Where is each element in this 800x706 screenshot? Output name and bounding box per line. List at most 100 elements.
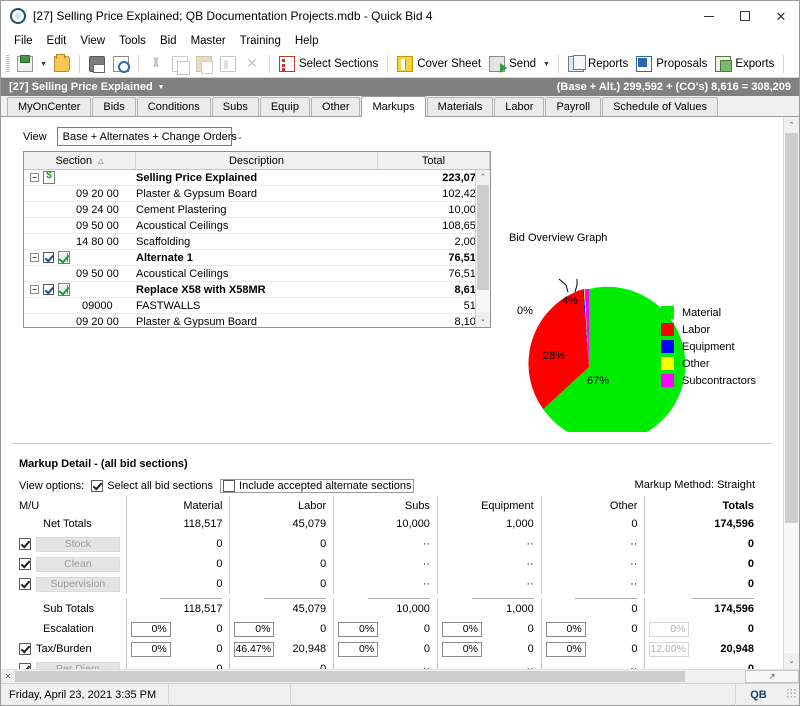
toolbar-grip[interactable] — [6, 55, 9, 73]
row-label-cell: Supervision — [15, 576, 126, 592]
tax-other-percent-input[interactable]: 0% — [545, 641, 586, 657]
reports-button[interactable]: Reports — [564, 53, 632, 75]
tax-material-percent-input[interactable]: 0% — [130, 641, 171, 657]
tax-burden-checkbox[interactable] — [19, 643, 31, 655]
view-select[interactable]: Base + Alternates + Change Orders ⌄ — [56, 127, 243, 146]
column-header-section[interactable]: Section △ — [24, 152, 136, 169]
tree-scroll-thumb[interactable] — [477, 185, 489, 290]
new-bid-button[interactable] — [13, 53, 37, 75]
tree-vertical-scrollbar[interactable]: ⌃ ⌄ — [475, 170, 490, 327]
table-row[interactable]: 09 50 00 Acoustical Ceilings 76,517 — [24, 266, 490, 282]
per-diem-checkbox[interactable] — [19, 663, 31, 669]
table-row[interactable]: 09 20 00 Plaster & Gypsum Board 8,100 — [24, 314, 490, 328]
tab-markups[interactable]: Markups — [361, 96, 426, 117]
tree-scroll-track[interactable] — [476, 185, 490, 312]
send-button[interactable]: Send — [485, 53, 540, 75]
clean-checkbox[interactable] — [19, 558, 31, 570]
close-button[interactable]: ✕ — [763, 1, 799, 31]
tab-labor[interactable]: Labor — [494, 97, 545, 116]
exports-button[interactable]: Exports — [711, 53, 778, 75]
stock-checkbox[interactable] — [19, 538, 31, 550]
open-bid-button[interactable] — [50, 53, 74, 75]
tab-myoncenter[interactable]: MyOnCenter — [7, 97, 92, 116]
table-row[interactable]: − Replace X58 with X58MR 8,616 — [24, 282, 490, 298]
window-resize-grip[interactable] — [781, 688, 799, 701]
row-checkbox[interactable] — [43, 252, 54, 263]
horizontal-scroll-strip[interactable]: ✕ ↗ — [1, 669, 799, 683]
tab-schedule-of-values[interactable]: Schedule of Values — [602, 97, 719, 116]
toolbar-separator-6 — [783, 55, 785, 73]
stock-button[interactable]: Stock — [36, 536, 120, 552]
column-header-total[interactable]: Total — [378, 152, 490, 169]
scroll-down-icon[interactable]: ⌄ — [784, 653, 799, 669]
escalation-material-percent-input[interactable]: 0% — [130, 621, 171, 637]
print-button[interactable] — [85, 53, 109, 75]
minimize-button[interactable] — [691, 1, 727, 31]
escalation-equipment-percent-input[interactable]: 0% — [441, 621, 482, 637]
page-scroll-thumb[interactable] — [785, 133, 798, 523]
tax-labor-percent-input[interactable]: 46.47% — [234, 641, 275, 657]
scroll-up-icon[interactable]: ⌃ — [784, 117, 799, 133]
table-row[interactable]: 09 20 00 Plaster & Gypsum Board 102,422 — [24, 186, 490, 202]
column-header-description[interactable]: Description — [136, 152, 378, 169]
supervision-checkbox[interactable] — [19, 578, 31, 590]
table-row[interactable]: 09 50 00 Acoustical Ceilings 108,654 — [24, 218, 490, 234]
view-label: View — [23, 130, 47, 143]
table-row[interactable]: 09000 FASTWALLS 516 — [24, 298, 490, 314]
row-checkbox[interactable] — [43, 284, 54, 295]
tab-payroll[interactable]: Payroll — [545, 97, 602, 116]
escalation-labor-percent-input[interactable]: 0% — [234, 621, 275, 637]
menu-tools[interactable]: Tools — [112, 33, 153, 49]
amount-labor: 0 — [320, 663, 327, 669]
menu-file[interactable]: File — [7, 33, 40, 49]
scroll-down-icon[interactable]: ⌄ — [476, 312, 490, 327]
escalation-other-percent-input[interactable]: 0% — [545, 621, 586, 637]
resize-handle[interactable]: ↗ — [745, 670, 799, 683]
sort-ascending-icon: △ — [98, 157, 104, 165]
include-accepted-alternates-checkbox[interactable]: Include accepted alternate sections — [220, 479, 415, 493]
tax-subs-percent-input[interactable]: 0% — [338, 641, 379, 657]
table-row[interactable]: 09 24 00 Cement Plastering 10,000 — [24, 202, 490, 218]
tab-materials[interactable]: Materials — [426, 97, 494, 116]
select-sections-button[interactable]: Select Sections — [275, 53, 382, 75]
table-row[interactable]: 14 80 00 Scaffolding 2,000 — [24, 234, 490, 250]
table-row[interactable]: − Alternate 1 76,517 — [24, 250, 490, 266]
chevron-down-icon: ▼ — [157, 83, 165, 91]
menu-master[interactable]: Master — [184, 33, 233, 49]
scroll-up-icon[interactable]: ⌃ — [476, 170, 490, 185]
horizontal-scroll-thumb[interactable] — [15, 671, 685, 682]
page-scroll-track[interactable] — [784, 133, 799, 653]
expander-icon[interactable]: − — [30, 253, 39, 262]
bid-selector[interactable]: [27] Selling Price Explained ▼ — [9, 81, 165, 93]
tab-conditions[interactable]: Conditions — [136, 97, 211, 116]
legend-swatch-subcontractors — [661, 374, 674, 387]
maximize-button[interactable] — [727, 1, 763, 31]
new-bid-dropdown-caret[interactable]: ▼ — [37, 61, 50, 68]
tab-subs[interactable]: Subs — [211, 97, 259, 116]
tab-bids[interactable]: Bids — [92, 97, 136, 116]
cover-sheet-button[interactable]: Cover Sheet — [393, 53, 485, 75]
tax-equipment-percent-input[interactable]: 0% — [441, 641, 482, 657]
tab-equip[interactable]: Equip — [259, 97, 310, 116]
print-preview-button[interactable] — [109, 53, 133, 75]
select-all-bid-sections-checkbox[interactable]: Select all bid sections — [91, 480, 213, 492]
menu-training[interactable]: Training — [233, 33, 288, 49]
expander-icon[interactable]: − — [30, 173, 39, 182]
amount-subs: 10,000 — [396, 603, 430, 615]
per-diem-button[interactable]: Per Diem — [36, 661, 120, 669]
clean-button[interactable]: Clean — [36, 556, 120, 572]
expander-icon[interactable]: − — [30, 285, 39, 294]
page-vertical-scrollbar[interactable]: ⌃ ⌄ — [783, 117, 799, 669]
table-row[interactable]: − Selling Price Explained 223,075 — [24, 170, 490, 186]
close-strip-icon[interactable]: ✕ — [1, 672, 15, 681]
menu-view[interactable]: View — [73, 33, 112, 49]
menu-edit[interactable]: Edit — [40, 33, 74, 49]
tab-other[interactable]: Other — [310, 97, 361, 116]
menu-help[interactable]: Help — [288, 33, 326, 49]
row-section-code: 09 50 00 — [76, 219, 119, 232]
proposals-button[interactable]: Proposals — [632, 53, 711, 75]
send-dropdown-caret[interactable]: ▼ — [540, 61, 553, 68]
menu-bid[interactable]: Bid — [153, 33, 184, 49]
supervision-button[interactable]: Supervision — [36, 576, 120, 592]
escalation-subs-percent-input[interactable]: 0% — [338, 621, 379, 637]
